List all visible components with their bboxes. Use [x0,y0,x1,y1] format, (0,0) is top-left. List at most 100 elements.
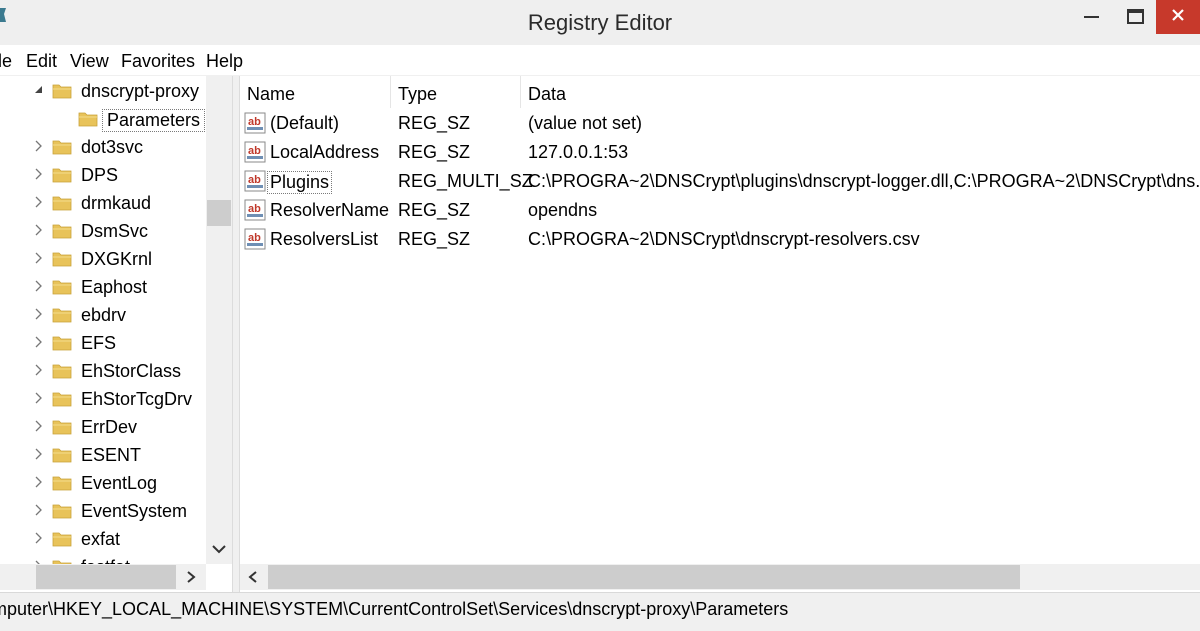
value-type: REG_MULTI_SZ [398,171,533,191]
menu-help[interactable]: Help [206,51,243,72]
collapsed-arrow-icon[interactable] [32,307,46,321]
collapsed-arrow-icon[interactable] [32,503,46,517]
status-bar: mputer\HKEY_LOCAL_MACHINE\SYSTEM\Current… [0,592,1200,631]
tree-item[interactable]: dnscrypt-proxy [0,77,210,105]
maximize-button[interactable] [1112,0,1158,34]
string-value-icon: ab [244,228,266,250]
tree-item-label: Eaphost [81,277,148,297]
list-horizontal-thumb[interactable] [268,565,1020,589]
value-row[interactable]: ab ResolverName REG_SZ opendns [240,196,1200,225]
scroll-left-icon[interactable] [246,570,260,584]
folder-icon [52,280,72,295]
tree-item-label: EventLog [81,473,158,493]
svg-text:ab: ab [248,203,261,215]
collapsed-arrow-icon[interactable] [32,251,46,265]
collapsed-arrow-icon[interactable] [32,475,46,489]
menu-file[interactable]: le [0,51,12,72]
value-name: LocalAddress [270,142,380,162]
tree-item[interactable]: EhStorClass [0,357,210,385]
minimize-button[interactable] [1068,0,1114,34]
expanded-arrow-icon[interactable] [32,83,46,97]
folder-icon [52,364,72,379]
tree-vertical-thumb[interactable] [207,200,231,226]
value-row[interactable]: ab (Default) REG_SZ (value not set) [240,109,1200,138]
value-data: (value not set) [528,113,643,133]
key-tree[interactable]: dnscrypt-proxy Parameters dot3svc DPS drmkau… [0,76,233,592]
tree-item-label: EFS [81,333,117,353]
tree-item[interactable]: DXGKrnl [0,245,210,273]
value-name: ResolverName [270,200,390,220]
window-title: Registry Editor [527,10,673,35]
collapsed-arrow-icon[interactable] [32,531,46,545]
tree-item[interactable]: DsmSvc [0,217,210,245]
column-header-type[interactable]: Type [391,76,521,108]
tree-item-label: drmkaud [81,193,152,213]
collapsed-arrow-icon[interactable] [32,447,46,461]
collapsed-arrow-icon[interactable] [32,363,46,377]
collapsed-arrow-icon[interactable] [32,139,46,153]
tree-item[interactable]: EventLog [0,469,210,497]
tree-horizontal-thumb[interactable] [36,565,176,589]
tree-item[interactable]: ebdrv [0,301,210,329]
value-name: Plugins [267,171,333,194]
value-row[interactable]: ab ResolversList REG_SZ C:\PROGRA~2\DNSCryp… [240,225,1200,254]
collapsed-arrow-icon[interactable] [32,335,46,349]
tree-item[interactable]: EventSystem [0,497,210,525]
folder-icon [52,84,72,99]
tree-item[interactable]: Eaphost [0,273,210,301]
value-type: REG_SZ [398,142,471,162]
tree-item[interactable]: ErrDev [0,413,210,441]
scroll-right-icon[interactable] [184,570,198,584]
collapsed-arrow-icon[interactable] [32,223,46,237]
tree-item-label: EhStorClass [81,361,182,381]
folder-icon [52,168,72,183]
tree-item-label: ebdrv [81,305,127,325]
value-type: REG_SZ [398,229,471,249]
folder-icon [52,336,72,351]
value-row[interactable]: ab LocalAddress REG_SZ 127.0.0.1:53 [240,138,1200,167]
folder-icon [52,196,72,211]
tree-item[interactable]: EhStorTcgDrv [0,385,210,413]
tree-item-label: EhStorTcgDrv [81,389,193,409]
tree-horizontal-scrollbar[interactable] [0,564,206,590]
value-row[interactable]: ab Plugins REG_MULTI_SZ C:\PROGRA~2\DNSCryp… [240,167,1200,196]
collapsed-arrow-icon[interactable] [32,279,46,293]
tree-item[interactable]: exfat [0,525,210,553]
folder-icon [52,420,72,435]
collapsed-arrow-icon[interactable] [32,167,46,181]
string-value-icon: ab [244,199,266,221]
value-data: C:\PROGRA~2\DNSCrypt\dnscrypt-resolvers.… [528,229,920,249]
column-header-data[interactable]: Data [521,76,1200,108]
value-name: ResolversList [270,229,379,249]
tree-item[interactable]: drmkaud [0,189,210,217]
string-value-icon: ab [244,141,266,163]
folder-icon [52,476,72,491]
scroll-down-icon[interactable] [210,542,228,556]
tree-item[interactable]: ESENT [0,441,210,469]
menu-view[interactable]: View [70,51,109,72]
tree-vertical-scrollbar[interactable] [206,76,232,564]
menu-bar: le Edit View Favorites Help [0,45,1200,76]
folder-icon [78,112,98,127]
tree-item[interactable]: Parameters [0,105,210,133]
column-header-name[interactable]: Name [240,76,391,108]
value-list[interactable]: Name Type Data ab (Default) REG_SZ (value n… [239,76,1200,592]
tree-item-label: Parameters [102,109,206,132]
folder-icon [52,252,72,267]
folder-icon [52,140,72,155]
collapsed-arrow-icon[interactable] [32,195,46,209]
title-bar[interactable]: Registry Editor [0,0,1200,45]
folder-icon [52,224,72,239]
value-data: 127.0.0.1:53 [528,142,629,162]
menu-favorites[interactable]: Favorites [121,51,195,72]
collapsed-arrow-icon[interactable] [32,419,46,433]
tree-item[interactable]: dot3svc [0,133,210,161]
close-button[interactable] [1156,0,1200,34]
folder-icon [52,392,72,407]
list-horizontal-scrollbar[interactable] [240,564,1200,590]
collapsed-arrow-icon[interactable] [32,391,46,405]
tree-item[interactable]: EFS [0,329,210,357]
tree-item[interactable]: DPS [0,161,210,189]
folder-icon [52,448,72,463]
menu-edit[interactable]: Edit [26,51,57,72]
